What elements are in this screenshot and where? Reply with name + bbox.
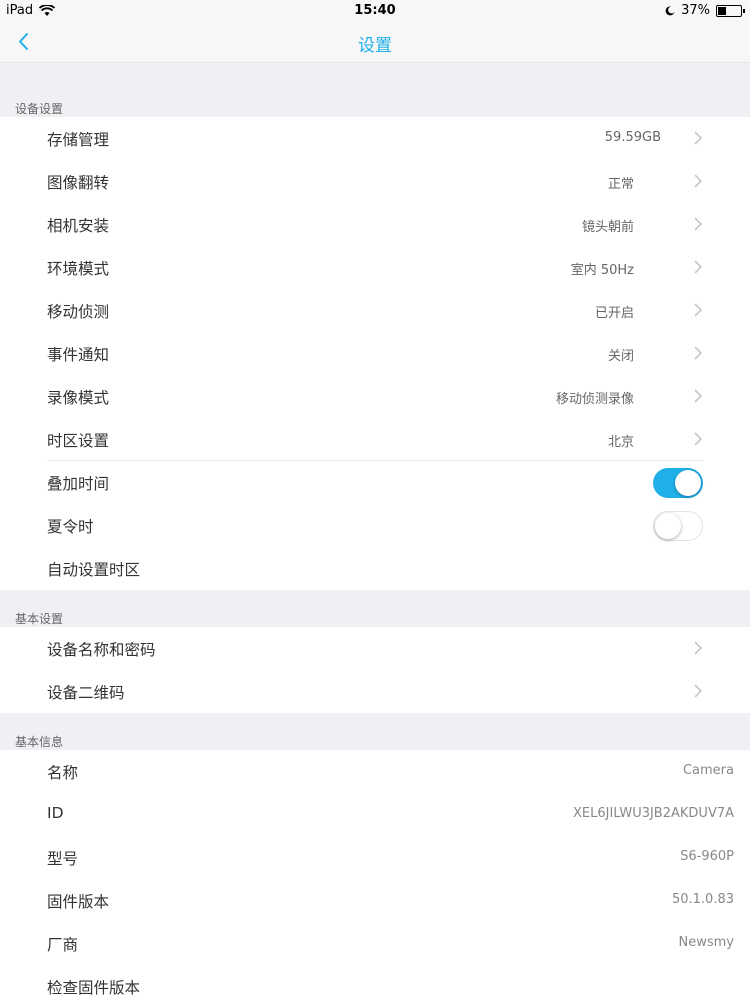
toggle-knob: [675, 470, 701, 496]
page-title: 设置: [358, 36, 392, 56]
settings-row-camera-mount[interactable]: 相机安装 镜头朝前: [0, 203, 750, 246]
chevron-right-icon: [694, 131, 703, 145]
row-value: 50.1.0.83: [671, 892, 734, 907]
settings-row-motion-detection[interactable]: 移动侦测 已开启: [0, 289, 750, 332]
row-label: 叠加时间: [47, 475, 110, 493]
row-value: 移动侦测录像: [555, 392, 634, 407]
row-label: 自动设置时区: [47, 561, 141, 579]
row-value: S6-960P: [680, 849, 734, 864]
overlay-time-toggle[interactable]: [653, 468, 703, 498]
info-row-firmware-version: 固件版本 50.1.0.83: [0, 879, 750, 922]
settings-row-storage[interactable]: 存储管理 59.59GB: [0, 117, 750, 160]
settings-row-event-notification[interactable]: 事件通知 关闭: [0, 332, 750, 375]
chevron-right-icon: [694, 174, 703, 188]
chevron-right-icon: [694, 432, 703, 446]
battery-fill: [718, 6, 726, 15]
row-value: 59.59GB: [604, 130, 661, 145]
row-label: 环境模式: [47, 260, 110, 278]
battery-percent: 37%: [681, 3, 710, 18]
info-row-id: ID XEL6JILWU3JB2AKDUV7A: [0, 793, 750, 836]
row-value: XEL6JILWU3JB2AKDUV7A: [572, 806, 734, 821]
navigation-bar: 设置: [0, 22, 750, 63]
row-label: ID: [47, 804, 64, 822]
settings-row-overlay-time: 叠加时间: [0, 461, 750, 504]
chevron-right-icon: [694, 346, 703, 360]
chevron-right-icon: [694, 641, 703, 655]
status-right: 37%: [665, 3, 745, 18]
row-value: 关闭: [607, 349, 634, 364]
info-row-model: 型号 S6-960P: [0, 836, 750, 879]
row-label: 名称: [47, 764, 79, 782]
device-settings-group: 存储管理 59.59GB 图像翻转 正常 相机安装 镜头朝前 环境模式 室内 5…: [0, 117, 750, 590]
toggle-knob: [655, 513, 681, 539]
row-label: 时区设置: [47, 432, 110, 450]
chevron-right-icon: [694, 217, 703, 231]
basic-info-group: 名称 Camera ID XEL6JILWU3JB2AKDUV7A 型号 S6-…: [0, 750, 750, 1008]
settings-row-timezone[interactable]: 时区设置 北京: [0, 418, 750, 461]
status-bar: iPad 15:40 37%: [0, 0, 750, 22]
info-row-check-firmware[interactable]: 检查固件版本: [0, 965, 750, 1008]
daylight-saving-toggle[interactable]: [653, 511, 703, 541]
settings-row-device-name-password[interactable]: 设备名称和密码: [0, 627, 750, 670]
status-time: 15:40: [354, 3, 396, 18]
row-label: 厂商: [47, 936, 79, 954]
row-value: Newsmy: [678, 935, 735, 950]
battery-icon: [716, 4, 745, 17]
chevron-right-icon: [694, 303, 703, 317]
row-value: 北京: [607, 435, 634, 450]
settings-row-recording-mode[interactable]: 录像模式 移动侦测录像: [0, 375, 750, 418]
row-label: 型号: [47, 850, 79, 868]
row-value: 镜头朝前: [581, 220, 634, 235]
settings-row-daylight-saving: 夏令时: [0, 504, 750, 547]
row-label: 移动侦测: [47, 303, 110, 321]
row-label: 存储管理: [47, 131, 110, 149]
section-title-basic-info: 基本信息: [15, 735, 64, 749]
basic-settings-group: 设备名称和密码 设备二维码: [0, 627, 750, 713]
row-label: 检查固件版本: [47, 979, 141, 997]
section-title-basic-settings: 基本设置: [15, 612, 64, 626]
row-label: 夏令时: [47, 518, 94, 536]
settings-row-image-flip[interactable]: 图像翻转 正常: [0, 160, 750, 203]
row-value: 正常: [607, 177, 634, 192]
chevron-right-icon: [694, 389, 703, 403]
row-label: 事件通知: [47, 346, 110, 364]
settings-row-device-qr-code[interactable]: 设备二维码: [0, 670, 750, 713]
chevron-right-icon: [694, 684, 703, 698]
row-label: 固件版本: [47, 893, 110, 911]
row-value: 室内 50Hz: [570, 263, 634, 278]
info-row-manufacturer: 厂商 Newsmy: [0, 922, 750, 965]
settings-row-environment-mode[interactable]: 环境模式 室内 50Hz: [0, 246, 750, 289]
info-row-name: 名称 Camera: [0, 750, 750, 793]
row-label: 图像翻转: [47, 174, 110, 192]
row-label: 设备二维码: [47, 684, 125, 702]
row-label: 相机安装: [47, 217, 110, 235]
row-value: 已开启: [594, 306, 634, 321]
section-title-device-settings: 设备设置: [15, 102, 64, 116]
moon-icon: [665, 5, 675, 15]
chevron-right-icon: [694, 260, 703, 274]
row-label: 录像模式: [47, 389, 110, 407]
row-label: 设备名称和密码: [47, 641, 156, 659]
settings-row-auto-timezone[interactable]: 自动设置时区: [0, 547, 750, 590]
row-value: Camera: [682, 763, 734, 778]
